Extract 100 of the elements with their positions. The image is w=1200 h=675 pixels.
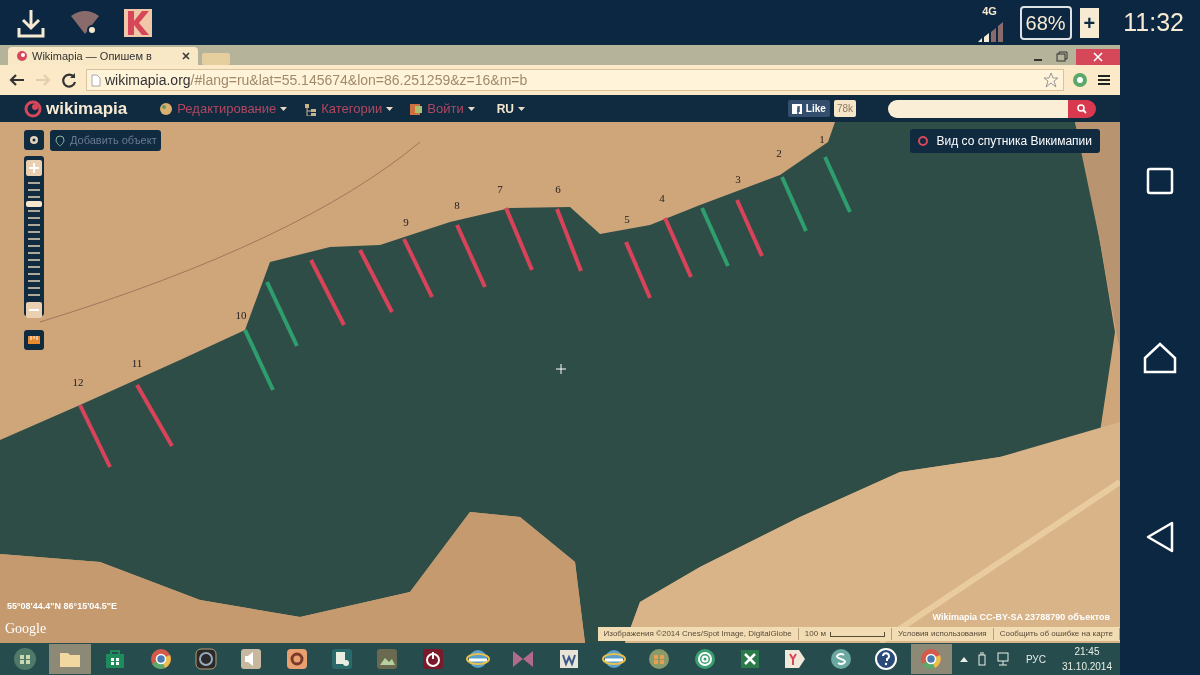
power-plug-icon[interactable] — [975, 652, 988, 666]
marker-line[interactable] — [135, 384, 174, 447]
marker-number: 5 — [624, 213, 630, 225]
marker-number: 10 — [235, 309, 247, 321]
marker-line[interactable] — [265, 281, 299, 347]
site-logo[interactable]: wikimapia — [46, 95, 128, 122]
at-sign-icon — [692, 647, 717, 671]
caret-icon — [467, 106, 475, 111]
download-icon — [16, 7, 46, 38]
marker-line[interactable] — [402, 238, 434, 298]
add-place-icon — [54, 134, 66, 147]
app-logo-icon — [124, 8, 152, 37]
tree-icon — [303, 101, 318, 116]
door-icon — [409, 101, 424, 116]
help-icon — [873, 647, 898, 671]
marker-line[interactable] — [823, 156, 852, 213]
credits-text: Изображения ©2014 Cnes/Spot Image, DigitalGlobe — [597, 628, 799, 640]
marker-line[interactable] — [663, 217, 693, 278]
globe-icon — [601, 647, 626, 671]
facebook-icon — [791, 103, 802, 114]
search-icon — [1077, 103, 1087, 114]
star-icon[interactable] — [1043, 72, 1059, 88]
marker-number: 6 — [555, 183, 561, 195]
speech-bubble-icon — [828, 647, 853, 671]
power-icon — [420, 647, 445, 671]
marker-line[interactable] — [700, 207, 730, 267]
url-text: wikimapia.org/#lang=ru&lat=55.145674&lon=86.251259&z=16&m=b — [105, 70, 528, 90]
marker-line[interactable] — [624, 241, 652, 299]
page-icon — [91, 73, 101, 87]
gear-icon — [284, 647, 309, 671]
network-icon[interactable] — [995, 652, 1010, 666]
marker-number: 8 — [454, 199, 460, 211]
ring-logo-icon — [919, 647, 944, 671]
home-icon[interactable] — [1143, 342, 1177, 374]
ruler-button[interactable] — [24, 330, 44, 350]
marker-line[interactable] — [504, 207, 534, 271]
object-counter: Wikimapia CC-BY-SA 23788790 объектов — [932, 610, 1110, 624]
caret-icon — [518, 106, 526, 111]
ruler-icon — [28, 336, 40, 344]
marker-number: 3 — [735, 173, 741, 185]
marker-line[interactable] — [309, 259, 346, 326]
marker-line[interactable] — [455, 224, 487, 288]
settings-button[interactable] — [24, 130, 44, 150]
search-field[interactable] — [888, 99, 1068, 118]
tag-icon — [783, 647, 808, 671]
back-icon[interactable] — [1146, 521, 1174, 554]
layer-button[interactable]: Вид со спутника Викимапии — [910, 129, 1100, 153]
battery-level: 68% — [1019, 5, 1072, 40]
marker-number: 2 — [776, 147, 782, 159]
zoom-thumb[interactable] — [26, 201, 42, 207]
orb-icon — [647, 647, 672, 671]
terms-link[interactable]: Условия использования — [891, 628, 994, 640]
charging-sign: + — [1079, 7, 1100, 38]
provider-logo: Google — [5, 620, 47, 638]
marker-line[interactable] — [735, 199, 764, 257]
globe-icon — [159, 101, 174, 116]
marker-number: 9 — [403, 216, 409, 228]
marker-line[interactable] — [78, 404, 112, 468]
like-count: 78k — [833, 100, 856, 117]
input-language[interactable]: РУС — [1025, 651, 1046, 667]
language-menu[interactable]: RU — [490, 98, 532, 119]
caret-up-icon[interactable] — [959, 656, 968, 662]
browser-tab[interactable]: Wikimapia — Опишем в — [8, 47, 198, 65]
tray-date: 31.10.2014 — [1061, 660, 1112, 674]
marker-number: 4 — [659, 192, 665, 204]
close-icon[interactable] — [182, 52, 190, 60]
scale-bar: 100 м — [798, 628, 892, 640]
search-button[interactable] — [1068, 99, 1096, 118]
wifi-icon — [70, 9, 100, 36]
ring-logo-icon — [148, 647, 173, 671]
marker-line[interactable] — [358, 249, 394, 313]
settings-icon — [29, 135, 39, 145]
marker-number: 1 — [819, 133, 825, 145]
clock: 11:32 — [1123, 6, 1184, 38]
reload-icon[interactable] — [60, 71, 78, 89]
taskbar-button[interactable] — [910, 644, 952, 674]
marker-number: 11 — [131, 357, 143, 369]
tab-title: Wikimapia — Опишем в — [32, 48, 153, 64]
speaker-icon — [239, 647, 264, 671]
crosshair-icon — [555, 363, 567, 375]
coordinates-text: 55°08'44.4"N 86°15'04.5"E — [7, 599, 118, 613]
like-button[interactable]: Like — [787, 100, 830, 117]
menu-icon[interactable] — [1096, 72, 1112, 88]
marker-line[interactable] — [243, 329, 275, 391]
zoom-slider[interactable] — [24, 156, 44, 316]
extension-icon[interactable] — [1072, 72, 1088, 88]
marker-number: 7 — [497, 183, 503, 195]
document-gear-icon — [329, 647, 354, 671]
network-label: 4G — [982, 4, 997, 20]
square-icon[interactable] — [1146, 166, 1174, 195]
picture-icon — [375, 647, 400, 671]
caret-icon — [280, 106, 288, 111]
marker-number: 12 — [72, 376, 84, 388]
globe-icon — [465, 647, 490, 671]
tray-time: 21:45 — [1074, 645, 1100, 659]
lens-icon — [193, 647, 218, 671]
marker-line[interactable] — [555, 208, 583, 272]
address-bar[interactable]: wikimapia.org/#lang=ru&lat=55.145674&lon=86.251259&z=16&m=b — [86, 69, 1064, 91]
marker-line[interactable] — [780, 176, 808, 232]
caret-icon — [386, 106, 394, 111]
